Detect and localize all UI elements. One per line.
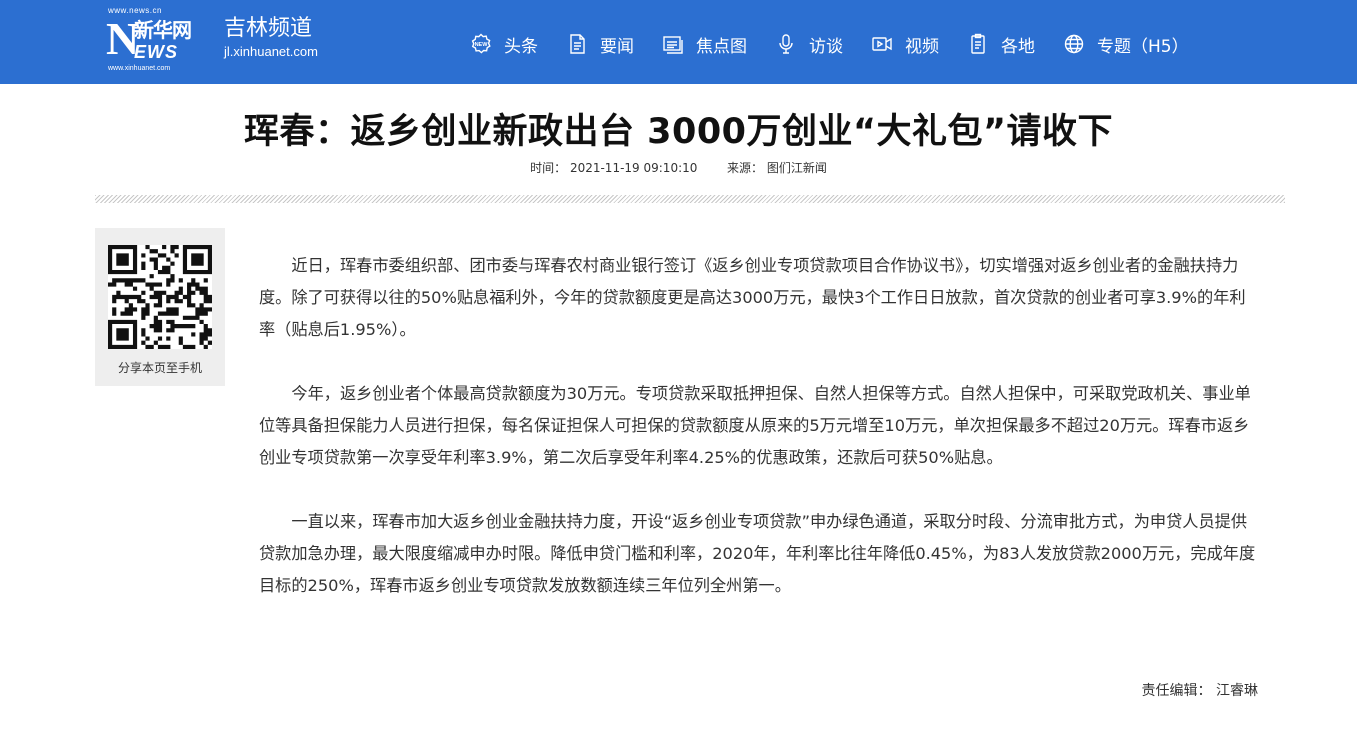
article-paragraph: 今年，返乡创业者个体最高贷款额度为30万元。专项贷款采取抵押担保、自然人担保等方… xyxy=(259,384,1251,467)
title-divider xyxy=(95,195,1285,203)
logo-name-cn: 新华网 xyxy=(134,18,192,42)
svg-text:NEW: NEW xyxy=(475,42,489,48)
channel-name: 吉林频道 xyxy=(224,16,313,41)
article-paragraph: 一直以来，珲春市加大返乡创业金融扶持力度，开设“返乡创业专项贷款”申办绿色通道，… xyxy=(259,512,1256,595)
share-to-phone-box: 分享本页至手机 xyxy=(95,228,225,386)
article-title: 珲春：返乡创业新政出台 3000万创业“大礼包”请收下 xyxy=(243,112,1114,152)
nav-item-important-news[interactable]: 要闻 xyxy=(566,32,634,57)
qr-code-icon[interactable] xyxy=(108,245,212,349)
article-body: 近日，珲春市委组织部、团市委与珲春农村商业银行签订《返乡创业专项贷款项目合作协议… xyxy=(259,250,1259,634)
globe-icon xyxy=(1063,33,1085,55)
share-label: 分享本页至手机 xyxy=(117,361,202,375)
channel-brand[interactable]: 吉林频道 jl.xinhuanet.com xyxy=(224,14,318,60)
document-icon xyxy=(566,33,588,55)
channel-url: jl.xinhuanet.com xyxy=(224,44,318,59)
nav-label: 要闻 xyxy=(600,36,634,57)
article-paragraph: 近日，珲春市委组织部、团市委与珲春农村商业银行签订《返乡创业专项贷款项目合作协议… xyxy=(259,256,1246,339)
responsible-editor: 责任编辑： 江睿琳 xyxy=(1142,680,1258,702)
nav-item-focus-images[interactable]: 焦点图 xyxy=(662,32,747,57)
nav-item-interviews[interactable]: 访谈 xyxy=(775,32,843,57)
microphone-icon xyxy=(775,33,797,55)
editor-name: 江睿琳 xyxy=(1216,683,1258,699)
site-header: www.news.cn N 新华网 EWS www.xinhuanet.com … xyxy=(0,0,1357,84)
clipboard-icon xyxy=(967,33,989,55)
source-name[interactable]: 图们江新闻 xyxy=(767,161,827,175)
gallery-icon xyxy=(662,33,684,55)
nav-label: 专题（H5） xyxy=(1097,36,1189,57)
logo-name-en: EWS xyxy=(134,42,179,62)
publish-time: 2021-11-19 09:10:10 xyxy=(569,161,698,175)
nav-label: 访谈 xyxy=(809,36,843,57)
nav-item-video[interactable]: 视频 xyxy=(871,32,939,57)
article-meta: 时间： 2021-11-19 09:10:10 来源： 图们江新闻 xyxy=(0,159,1357,177)
nav-item-headlines[interactable]: NEW 头条 xyxy=(470,32,538,57)
video-camera-icon xyxy=(871,33,893,55)
xinhua-logo[interactable]: www.news.cn N 新华网 EWS www.xinhuanet.com xyxy=(104,6,194,76)
nav-item-special-topics[interactable]: 专题（H5） xyxy=(1063,32,1189,57)
nav-label: 头条 xyxy=(504,36,538,57)
nav-label: 各地 xyxy=(1001,36,1035,57)
nav-label: 焦点图 xyxy=(696,36,747,57)
logo-url-bottom: www.xinhuanet.com xyxy=(108,65,171,72)
source-label: 来源： xyxy=(727,161,764,175)
editor-label: 责任编辑： xyxy=(1141,683,1212,699)
time-label: 时间： xyxy=(530,161,567,175)
nav-label: 视频 xyxy=(905,36,939,57)
nav-item-regions[interactable]: 各地 xyxy=(967,32,1035,57)
news-badge-icon: NEW xyxy=(470,33,492,55)
main-nav: NEW 头条 要闻 焦点图 访谈 视频 各地 专题（H5） xyxy=(470,28,1217,60)
